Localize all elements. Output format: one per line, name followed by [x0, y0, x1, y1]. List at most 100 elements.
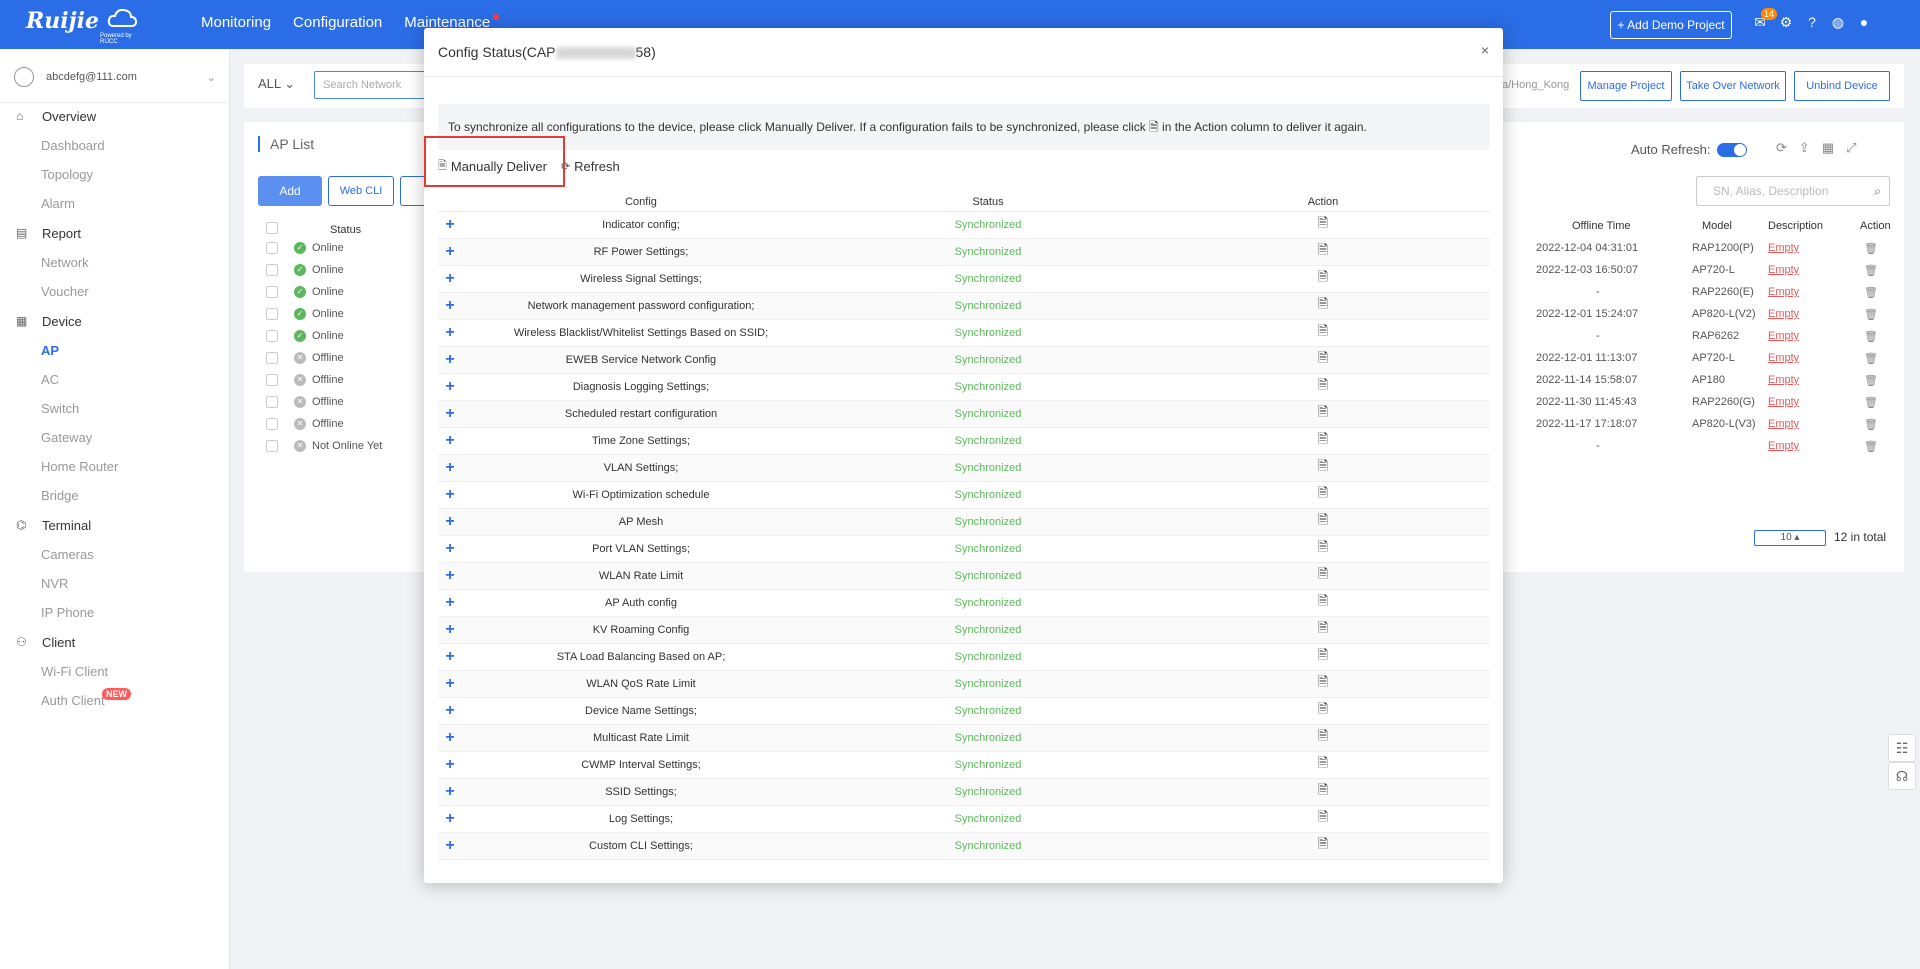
description-link[interactable]: Empty — [1768, 264, 1799, 276]
deliver-icon[interactable]: 🗎 — [1156, 808, 1490, 830]
expand-icon[interactable]: + — [438, 810, 462, 828]
expand-icon[interactable]: + — [438, 702, 462, 720]
expand-icon[interactable]: + — [438, 351, 462, 369]
menu-ap[interactable]: AP — [0, 336, 230, 365]
deliver-icon[interactable]: 🗎 — [1156, 592, 1490, 614]
row-checkbox[interactable] — [266, 263, 278, 276]
delete-icon[interactable]: 🗑 — [1864, 418, 1878, 431]
expand-icon[interactable]: + — [438, 567, 462, 585]
ap-row[interactable]: ✕ Not Online Yet — [258, 432, 418, 459]
web-cli-button[interactable]: Web CLI — [328, 176, 394, 206]
auto-refresh-toggle[interactable] — [1716, 142, 1747, 157]
delete-icon[interactable]: 🗑 — [1864, 308, 1878, 321]
row-checkbox[interactable] — [266, 395, 278, 408]
deliver-icon[interactable]: 🗎 — [1156, 700, 1490, 722]
expand-icon[interactable]: + — [438, 648, 462, 666]
menu-client[interactable]: ⚇ Client — [0, 627, 230, 657]
deliver-icon[interactable]: 🗎 — [1156, 457, 1490, 479]
expand-icon[interactable]: + — [438, 594, 462, 612]
deliver-icon[interactable]: 🗎 — [1156, 322, 1490, 344]
menu-bridge[interactable]: Bridge — [0, 481, 230, 510]
delete-icon[interactable]: 🗑 — [1864, 374, 1878, 387]
help-icon[interactable]: ? — [1804, 14, 1820, 30]
columns-icon[interactable]: ▦ — [1822, 140, 1834, 156]
take-over-network-button[interactable]: Take Over Network — [1680, 71, 1786, 101]
expand-icon[interactable]: + — [438, 459, 462, 477]
close-icon[interactable]: × — [1481, 42, 1489, 58]
menu-auth-client[interactable]: Auth Client NEW — [0, 686, 230, 715]
menu-home-router[interactable]: Home Router — [0, 452, 230, 481]
expand-icon[interactable]: + — [438, 837, 462, 855]
message-icon[interactable]: ✉ 14 — [1752, 8, 1778, 30]
deliver-icon[interactable]: 🗎 — [1156, 214, 1490, 236]
row-checkbox[interactable] — [266, 417, 278, 430]
search-network-input[interactable]: Search Network — [314, 71, 434, 99]
deliver-icon[interactable]: 🗎 — [1156, 430, 1490, 452]
delete-icon[interactable]: 🗑 — [1864, 330, 1878, 343]
expand-icon[interactable]: + — [438, 216, 462, 234]
expand-icon[interactable]: + — [438, 297, 462, 315]
fullscreen-icon[interactable]: ⤢ — [1846, 140, 1856, 156]
page-size-select[interactable]: 10 ▴ — [1754, 530, 1826, 546]
expand-icon[interactable]: + — [438, 432, 462, 450]
menu-ip-phone[interactable]: IP Phone — [0, 598, 230, 627]
menu-network[interactable]: Network — [0, 248, 230, 277]
menu-topology[interactable]: Topology — [0, 160, 230, 189]
description-link[interactable]: Empty — [1768, 308, 1799, 320]
deliver-icon[interactable]: 🗎 — [1156, 646, 1490, 668]
description-link[interactable]: Empty — [1768, 330, 1799, 342]
add-demo-project-button[interactable]: + Add Demo Project — [1610, 11, 1732, 39]
expand-icon[interactable]: + — [438, 756, 462, 774]
menu-device[interactable]: ▦ Device — [0, 306, 230, 336]
support-icon[interactable]: ☊ — [1888, 762, 1916, 790]
menu-cameras[interactable]: Cameras — [0, 540, 230, 569]
globe-icon[interactable]: ◍ — [1830, 14, 1846, 30]
expand-icon[interactable]: + — [438, 243, 462, 261]
row-checkbox[interactable] — [266, 307, 278, 320]
ruijie-logo[interactable]: Ruijie Powered by RIJCC — [26, 8, 146, 45]
export-icon[interactable]: ⇪ — [1799, 140, 1810, 156]
menu-alarm[interactable]: Alarm — [0, 189, 230, 218]
row-checkbox[interactable] — [266, 329, 278, 342]
menu-wifi-client[interactable]: Wi-Fi Client — [0, 657, 230, 686]
search-icon[interactable]: ⌕ — [1874, 177, 1881, 205]
expand-icon[interactable]: + — [438, 513, 462, 531]
menu-nvr[interactable]: NVR — [0, 569, 230, 598]
expand-icon[interactable]: + — [438, 378, 462, 396]
menu-report[interactable]: ▤ Report — [0, 218, 230, 248]
description-link[interactable]: Empty — [1768, 242, 1799, 254]
deliver-icon[interactable]: 🗎 — [1156, 484, 1490, 506]
description-link[interactable]: Empty — [1768, 396, 1799, 408]
deliver-icon[interactable]: 🗎 — [1156, 781, 1490, 803]
description-link[interactable]: Empty — [1768, 418, 1799, 430]
delete-icon[interactable]: 🗑 — [1864, 242, 1878, 255]
row-checkbox[interactable] — [266, 285, 278, 298]
delete-icon[interactable]: 🗑 — [1864, 396, 1878, 409]
scope-select[interactable]: ALL ⌄ — [258, 76, 295, 92]
select-all-checkbox[interactable] — [266, 222, 278, 234]
expand-icon[interactable]: + — [438, 486, 462, 504]
row-checkbox[interactable] — [266, 241, 278, 254]
deliver-icon[interactable]: 🗎 — [1156, 727, 1490, 749]
expand-icon[interactable]: + — [438, 675, 462, 693]
account-switcher[interactable]: abcdefg@111.com ⌄ — [14, 63, 216, 91]
refresh-button[interactable]: ⟳ Refresh — [561, 159, 620, 174]
expand-icon[interactable]: + — [438, 405, 462, 423]
deliver-icon[interactable]: 🗎 — [1156, 511, 1490, 533]
expand-icon[interactable]: + — [438, 270, 462, 288]
gear-icon[interactable]: ⚙ — [1778, 14, 1794, 30]
deliver-icon[interactable]: 🗎 — [1156, 403, 1490, 425]
chat-icon[interactable]: ☷ — [1888, 734, 1916, 762]
deliver-icon[interactable]: 🗎 — [1156, 349, 1490, 371]
deliver-icon[interactable]: 🗎 — [1156, 835, 1490, 857]
menu-ac[interactable]: AC — [0, 365, 230, 394]
add-button[interactable]: Add — [258, 176, 322, 206]
sn-search-input[interactable]: SN, Alias, Description ⌕ — [1696, 176, 1890, 206]
expand-icon[interactable]: + — [438, 540, 462, 558]
deliver-icon[interactable]: 🗎 — [1156, 241, 1490, 263]
unbind-device-button[interactable]: Unbind Device — [1794, 71, 1890, 101]
deliver-icon[interactable]: 🗎 — [1156, 376, 1490, 398]
deliver-icon[interactable]: 🗎 — [1156, 565, 1490, 587]
deliver-icon[interactable]: 🗎 — [1156, 673, 1490, 695]
menu-voucher[interactable]: Voucher — [0, 277, 230, 306]
